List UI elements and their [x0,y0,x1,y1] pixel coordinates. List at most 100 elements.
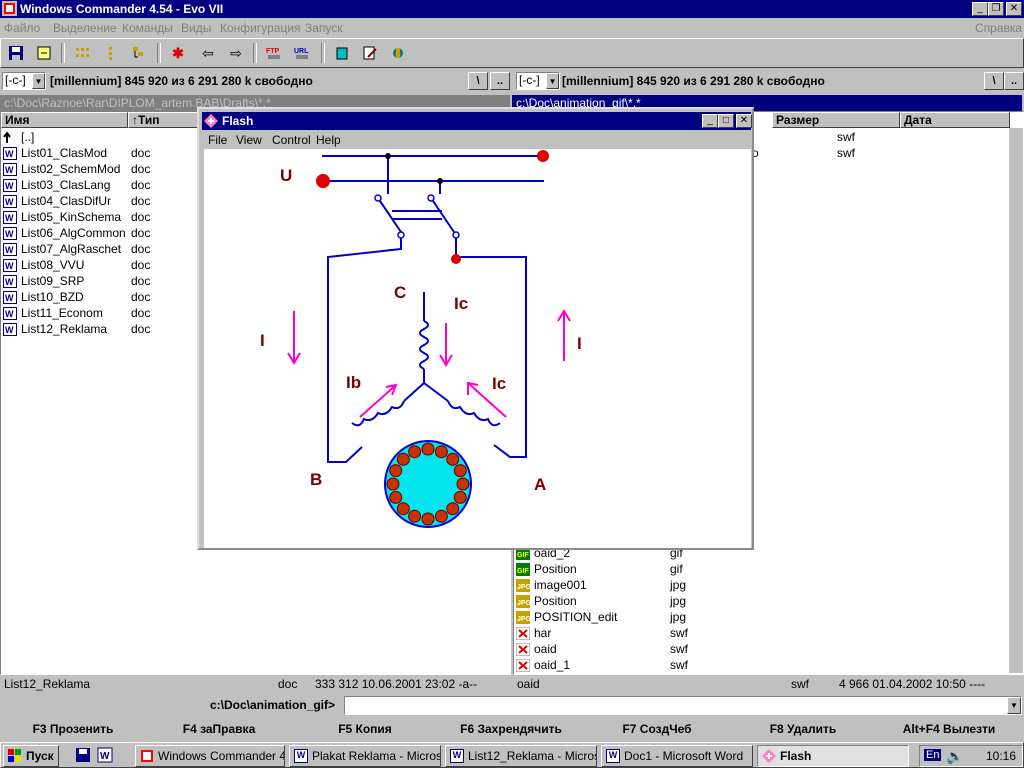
right-scrollbar[interactable] [1009,128,1023,673]
chevron-down-icon[interactable]: ▼ [546,73,559,89]
list-item[interactable]: oaid_1 swf [514,657,1009,673]
left-col-name[interactable]: Имя [1,112,128,128]
svg-text:JPG: JPG [517,584,530,591]
coil-c [419,320,429,370]
flash-stage[interactable]: U C B A I I Ic Ib Ic [204,149,751,548]
f8-delete-button[interactable]: F8 Удалить [730,720,876,740]
flash-window[interactable]: Flash _ □ ✕ File View Control Help U C B… [197,107,754,550]
f7-mkdir-button[interactable]: F7 СоздЧеб [584,720,730,740]
app-icon[interactable] [2,1,17,16]
terminal-node [316,174,330,188]
menu-help[interactable]: Справка [975,21,1022,35]
close-button[interactable]: ✕ [1006,2,1022,16]
file-ext: doc [131,274,151,288]
altf4-exit-button[interactable]: Alt+F4 Вылезти [876,720,1022,740]
task-windows-commander[interactable]: Windows Commander 4... [135,745,285,767]
edit-icon[interactable] [359,42,381,64]
right-col-date[interactable]: Дата [900,112,1010,128]
list-item[interactable]: JPG image001 jpg [514,577,1009,593]
word-doc-icon: W [3,259,17,272]
toolbar-separator [157,43,161,63]
svg-text:W: W [5,229,14,239]
language-indicator[interactable]: En [924,749,942,761]
menu-start[interactable]: Запуск [305,21,343,35]
refresh-icon[interactable] [33,42,55,64]
ftp-connect-icon[interactable]: FTP [263,42,285,64]
list-item[interactable]: JPG Position jpg [514,593,1009,609]
word-icon[interactable]: W [97,747,113,763]
flash-menu-file[interactable]: File [208,133,227,147]
right-col-size[interactable]: Размер [772,112,900,128]
clock[interactable]: 10:16 [986,749,1016,763]
command-line-input[interactable]: ▼ [344,696,1022,715]
chevron-down-icon[interactable]: ▼ [1007,697,1021,714]
flash-menu-bar: File View Control Help [202,131,751,149]
minimize-button[interactable]: _ [702,114,718,128]
right-root-button[interactable]: \ [984,72,1004,90]
word-doc-icon: W [3,195,17,208]
right-up-button[interactable]: .. [1004,72,1024,90]
list-item[interactable]: oaid swf [514,641,1009,657]
grid-view-icon[interactable] [71,42,93,64]
forward-arrow-icon[interactable]: ⇨ [225,42,247,64]
f5-copy-button[interactable]: F5 Копия [292,720,438,740]
menu-file[interactable]: Файло [4,21,40,35]
tree-view-icon[interactable] [127,42,149,64]
f4-edit-button[interactable]: F4 заПравка [146,720,292,740]
svg-text:W: W [5,165,14,175]
right-drive-label: [-c-] [519,73,540,87]
start-button[interactable]: Пуск [3,745,59,767]
left-root-button[interactable]: \ [468,72,488,90]
back-arrow-icon[interactable]: ⇦ [197,42,219,64]
left-col-type[interactable]: ↑Тип [128,112,201,128]
list-item[interactable]: har swf [514,625,1009,641]
word-doc-icon: W [3,275,17,288]
left-drive-bar: [-c-] ▼ [millennium] 845 920 из 6 291 28… [0,72,512,92]
task-plakat-reklama[interactable]: W Plakat Reklama - Micros... [289,745,441,767]
task-list12-reklama[interactable]: W List12_Reklama - Micros... [445,745,597,767]
svg-text:JPG: JPG [517,616,530,623]
save-icon[interactable] [75,747,91,763]
save-icon[interactable] [5,42,27,64]
list-item[interactable]: GIF Position gif [514,561,1009,577]
file-name: Position [534,562,577,576]
asterisk-icon[interactable]: ✱ [167,42,189,64]
flash-menu-view[interactable]: View [236,133,262,147]
jpg-file-icon: JPG [516,595,532,608]
maximize-button[interactable]: □ [718,114,734,128]
contact-dot [427,194,435,202]
task-flash[interactable]: Flash [757,745,909,767]
restore-button[interactable]: ❐ [988,2,1004,16]
f6-move-button[interactable]: F6 Захрендячить [438,720,584,740]
word-doc-icon: W [3,291,17,304]
rotor-pole [446,452,460,466]
right-drive-select[interactable]: [-c-] ▼ [516,72,560,90]
list-view-icon[interactable] [99,42,121,64]
app-title-bar[interactable]: Windows Commander 4.54 - Evo VII _ ❐ ✕ [0,0,1024,18]
menu-commands[interactable]: Команды [122,21,173,35]
close-button[interactable]: ✕ [736,114,752,128]
label-i-left: I [260,331,265,350]
task-doc1[interactable]: W Doc1 - Microsoft Word [601,745,753,767]
left-drive-select[interactable]: [-c-] ▼ [2,72,46,90]
switch-blade-right [430,197,455,233]
swf-file-icon [515,626,531,641]
f3-view-button[interactable]: F3 Прозенить [0,720,146,740]
speaker-icon[interactable]: 🔈 [946,748,963,765]
jpg-file-icon: JPG [516,611,532,624]
copy-icon[interactable] [331,42,353,64]
pack-icon[interactable] [387,42,409,64]
menu-config[interactable]: Конфигурация [220,21,301,35]
menu-select[interactable]: Выделение [53,21,117,35]
flash-menu-help[interactable]: Help [316,133,341,147]
list-item[interactable]: JPG POSITION_edit jpg [514,609,1009,625]
minimize-button[interactable]: _ [972,2,988,16]
left-drive-info: [millennium] 845 920 из 6 291 280 k своб… [50,74,313,88]
svg-text:W: W [5,277,14,287]
menu-view[interactable]: Виды [181,21,211,35]
chevron-down-icon[interactable]: ▼ [32,73,45,89]
ftp-upload-icon[interactable]: URL [291,42,313,64]
left-up-button[interactable]: .. [490,72,510,90]
flash-menu-control[interactable]: Control [272,133,311,147]
flash-title-bar[interactable]: Flash _ □ ✕ [202,112,752,130]
